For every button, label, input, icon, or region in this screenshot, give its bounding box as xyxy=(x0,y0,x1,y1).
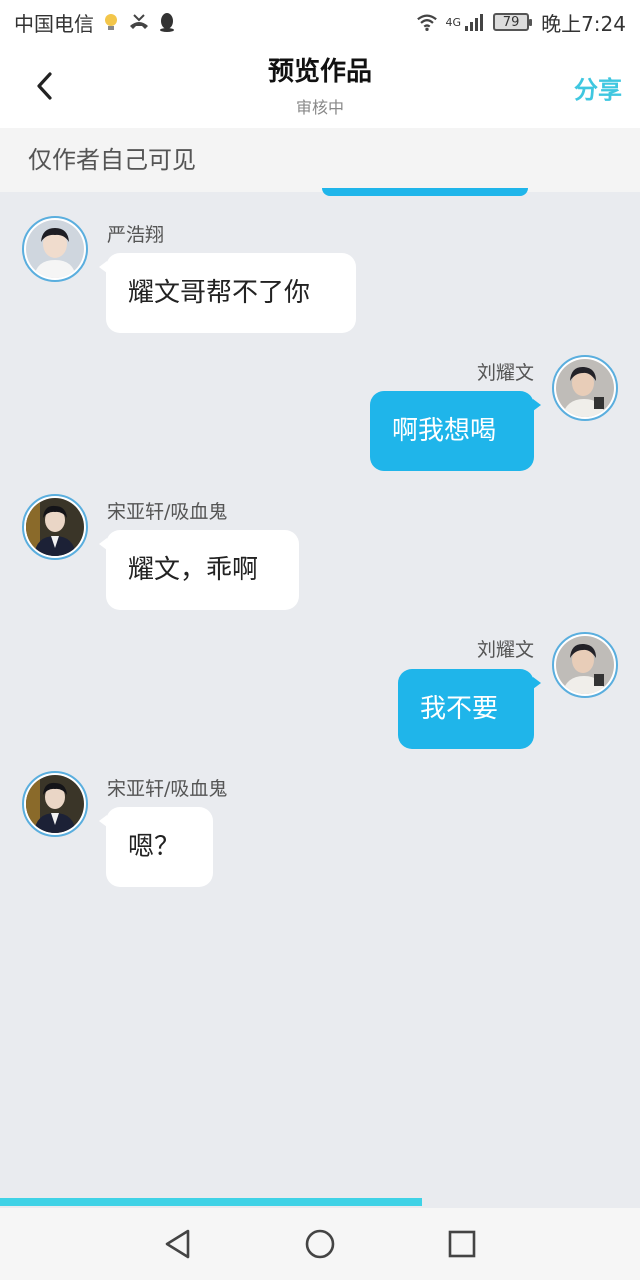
progress-fill xyxy=(0,1198,423,1206)
visibility-notice: 仅作者自己可见 xyxy=(0,128,640,192)
review-status-label: 审核中 xyxy=(295,98,344,117)
avatar-photo xyxy=(26,775,84,833)
message-bubble[interactable]: 嗯？ xyxy=(99,807,213,887)
avatar-photo xyxy=(26,498,84,556)
message-bubble[interactable]: 啊我想喝 xyxy=(370,391,541,471)
message-bubble[interactable]: 我不要 xyxy=(398,669,541,749)
avatar[interactable] xyxy=(552,632,618,698)
signal-icon xyxy=(463,11,485,33)
avatar[interactable] xyxy=(22,216,88,282)
nav-recents-button[interactable] xyxy=(445,1227,479,1261)
playback-progress[interactable] xyxy=(0,1198,640,1208)
sender-name: 刘耀文 xyxy=(476,639,534,661)
share-button[interactable]: 分享 xyxy=(574,70,622,105)
sender-name: 宋亚轩/吸血鬼 xyxy=(107,778,228,800)
sender-name: 刘耀文 xyxy=(476,362,534,384)
system-nav-bar xyxy=(0,1208,640,1280)
avatar-photo xyxy=(26,220,84,278)
battery-indicator: 79 xyxy=(493,13,533,31)
message-bubble[interactable]: 耀文哥帮不了你 xyxy=(99,253,356,333)
carrier-label: 中国电信 xyxy=(14,11,94,36)
nav-back-button[interactable] xyxy=(161,1227,195,1261)
status-right: 4G 79 晚上7:24 xyxy=(416,8,626,37)
triangle-back-icon xyxy=(165,1229,190,1259)
message-bubble[interactable]: 耀文，乖啊 xyxy=(99,530,299,610)
sender-name: 宋亚轩/吸血鬼 xyxy=(107,501,228,523)
avatar-photo xyxy=(556,359,614,417)
sender-name: 严浩翔 xyxy=(107,224,165,246)
avatar[interactable] xyxy=(22,494,88,560)
missed-call-icon xyxy=(128,11,150,33)
clock-label: 晚上7:24 xyxy=(541,11,626,36)
partial-message-bubble xyxy=(322,188,528,196)
avatar[interactable] xyxy=(552,355,618,421)
avatar[interactable] xyxy=(22,771,88,837)
page-title: 预览作品 xyxy=(267,57,372,87)
network-type-label: 4G xyxy=(445,15,462,29)
qq-icon xyxy=(156,11,178,33)
title-area: 预览作品 审核中 xyxy=(0,56,640,118)
nav-home-button[interactable] xyxy=(303,1227,337,1261)
wifi-icon xyxy=(416,11,438,33)
circle-home-icon xyxy=(305,1229,335,1259)
status-left: 中国电信 xyxy=(14,8,178,37)
avatar-photo xyxy=(556,636,614,694)
lightbulb-icon xyxy=(100,11,122,33)
header: 预览作品 审核中 分享 xyxy=(0,44,640,128)
square-recents-icon xyxy=(448,1230,476,1258)
status-bar: 中国电信 4G 79 晚上7:24 xyxy=(0,0,640,44)
